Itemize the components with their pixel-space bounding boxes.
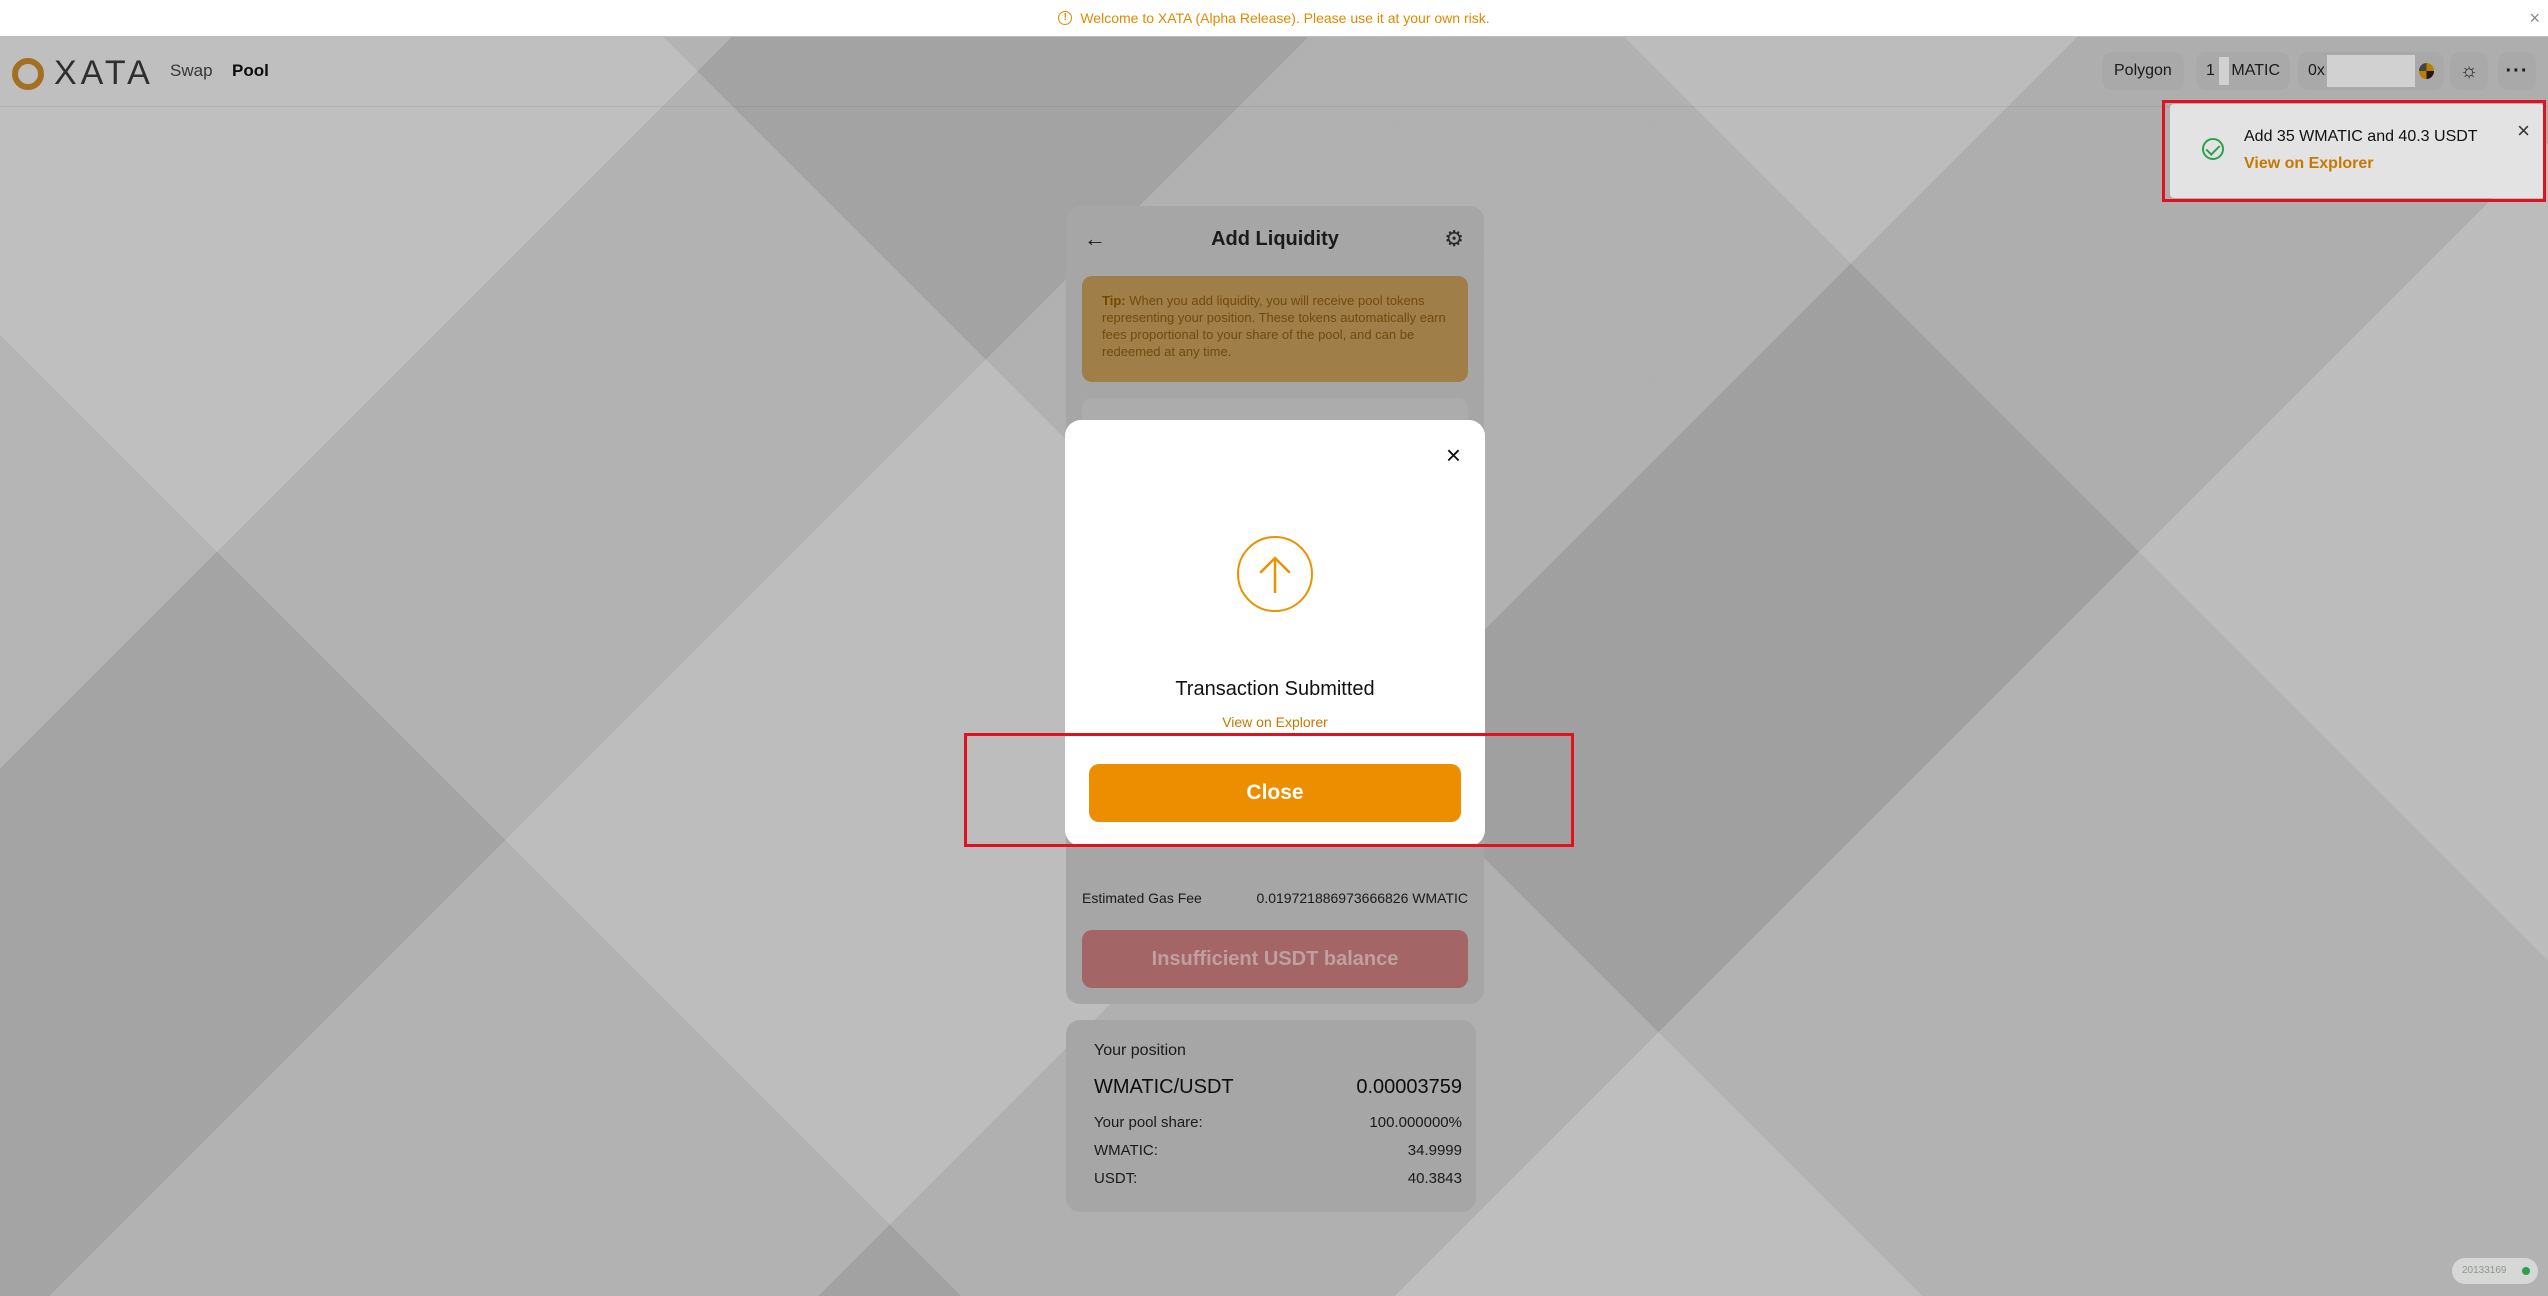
info-icon: !: [1058, 11, 1073, 25]
close-button-highlight: [964, 733, 1574, 847]
toast-highlight: [2162, 100, 2546, 202]
alpha-banner: ! Welcome to XATA (Alpha Release). Pleas…: [0, 0, 2548, 37]
banner-close-icon[interactable]: ×: [2529, 8, 2540, 29]
version-text: 20133169: [2462, 1265, 2507, 1276]
modal-title: Transaction Submitted: [1175, 678, 1375, 700]
modal-close-icon[interactable]: ×: [1446, 440, 1461, 471]
arrow-up-circle-icon: [1237, 536, 1313, 612]
arrow-up-glyph: [1259, 556, 1291, 594]
banner-text: Welcome to XATA (Alpha Release). Please …: [1080, 10, 1490, 26]
status-dot-icon: [2522, 1267, 2530, 1275]
version-badge: 20133169: [2452, 1258, 2538, 1284]
view-on-explorer-link[interactable]: View on Explorer: [1065, 714, 1485, 730]
